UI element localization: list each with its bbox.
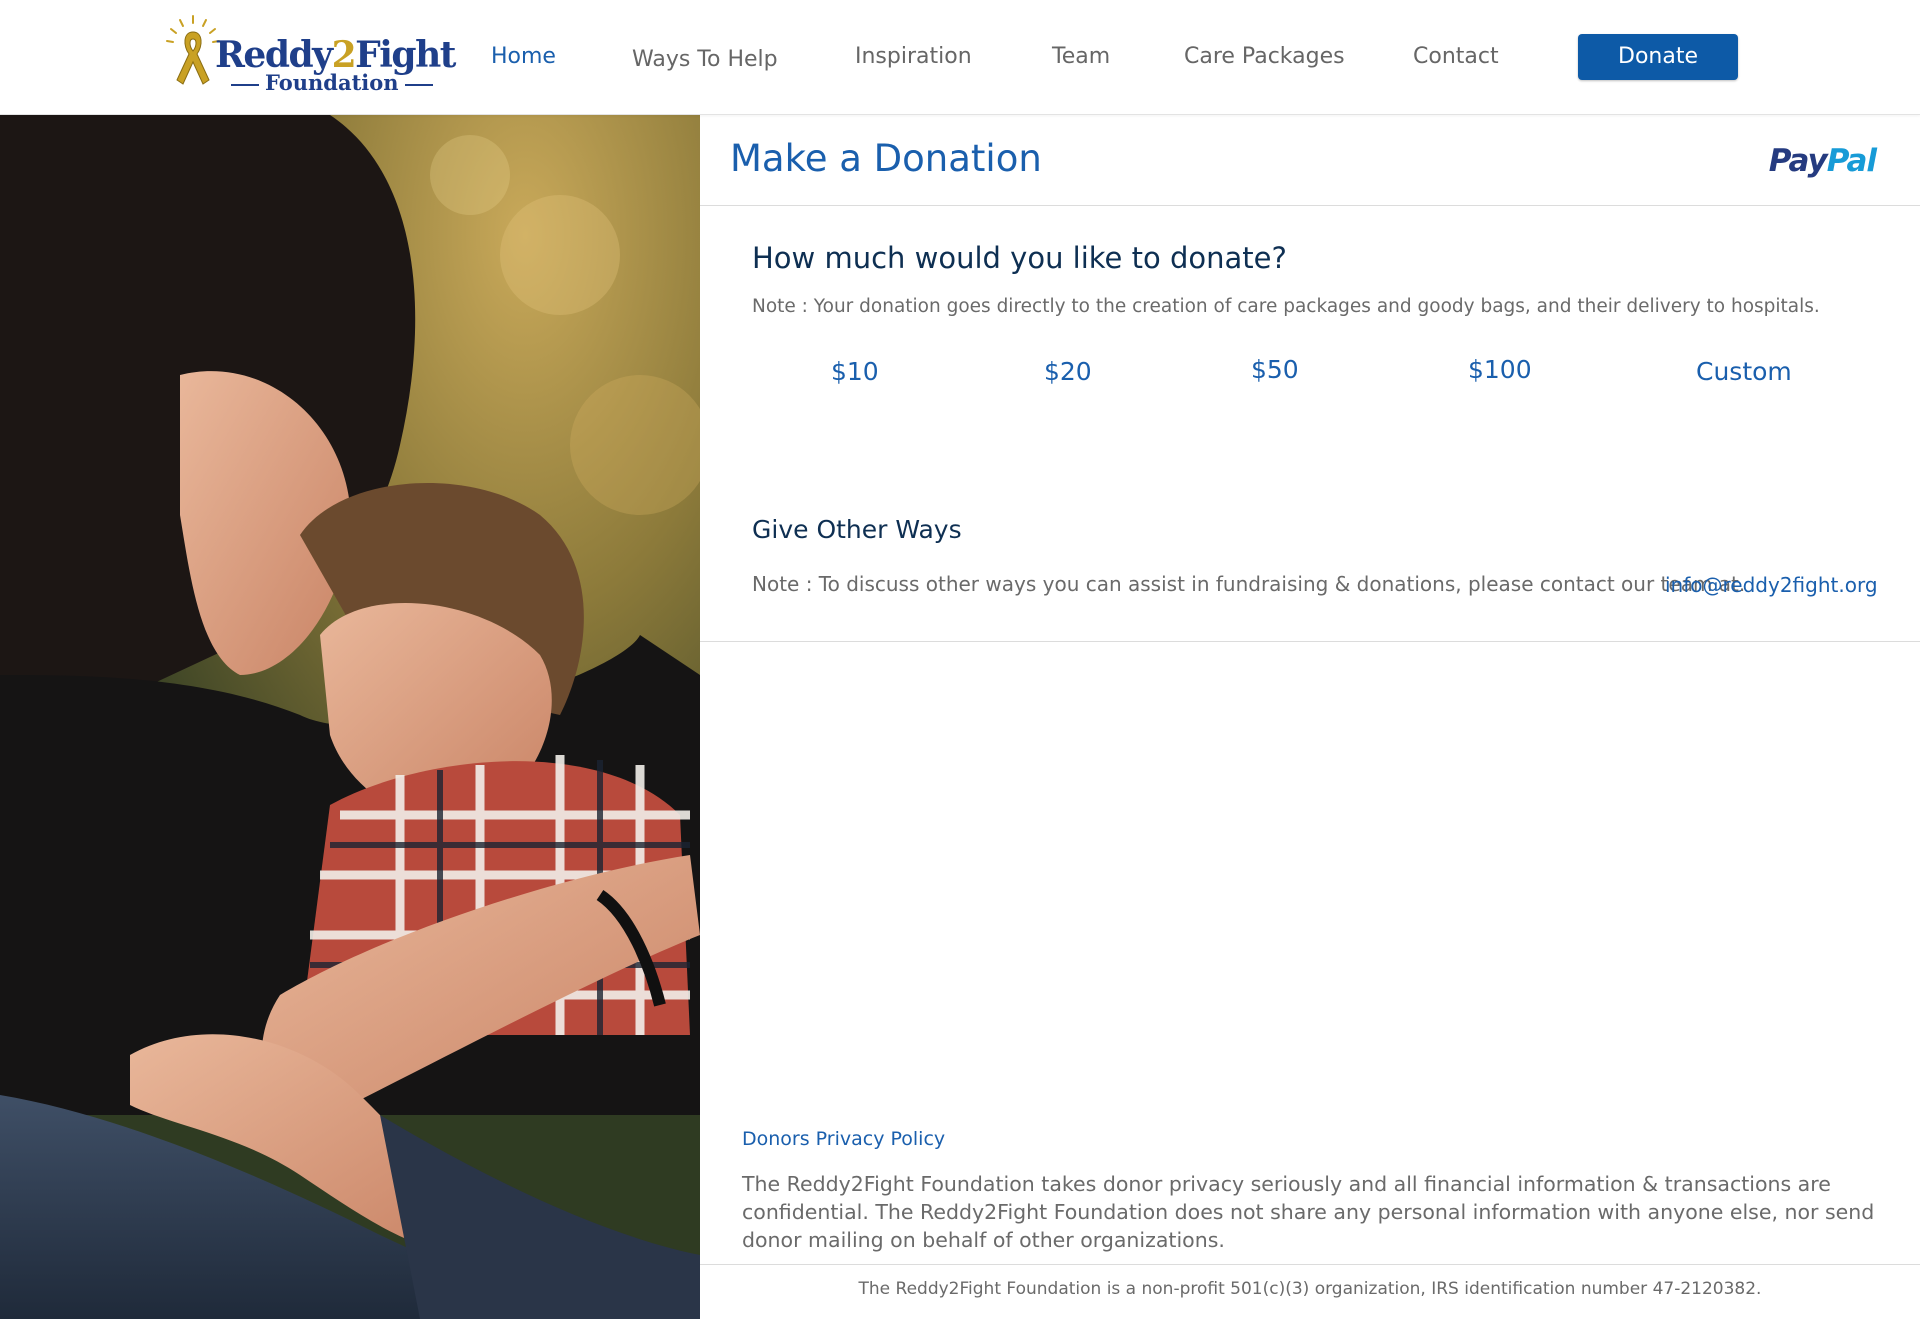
amount-option-custom[interactable]: Custom: [1696, 357, 1792, 386]
nav-inspiration[interactable]: Inspiration: [855, 44, 972, 69]
reddy2fight-logo[interactable]: Reddy2Fight Foundation: [163, 12, 456, 98]
amount-option-50[interactable]: $50: [1251, 355, 1299, 384]
amount-option-20[interactable]: $20: [1044, 357, 1092, 386]
contact-email-link[interactable]: info@reddy2fight.org: [1665, 573, 1878, 597]
privacy-policy-link[interactable]: Donors Privacy Policy: [742, 1128, 945, 1150]
nav-contact[interactable]: Contact: [1413, 44, 1499, 69]
amount-option-100[interactable]: $100: [1468, 355, 1532, 384]
section-divider: [700, 641, 1920, 642]
donation-note: Note : Your donation goes directly to th…: [752, 296, 1820, 317]
donation-question: How much would you like to donate?: [752, 241, 1287, 275]
donate-button[interactable]: Donate: [1578, 34, 1738, 80]
donation-panel: Make a Donation PayPal How much would yo…: [700, 115, 1920, 1320]
nav-care-packages[interactable]: Care Packages: [1184, 44, 1345, 69]
other-ways-note: Note : To discuss other ways you can ass…: [752, 572, 1746, 596]
privacy-policy-text: The Reddy2Fight Foundation takes donor p…: [742, 1172, 1875, 1252]
ribbon-icon: [166, 15, 220, 85]
nav-team[interactable]: Team: [1052, 44, 1110, 69]
hero-photo-mother-hugging-child: [0, 115, 700, 1319]
paypal-logo: PayPal: [1768, 143, 1877, 179]
nonprofit-statement: The Reddy2Fight Foundation is a non-prof…: [858, 1279, 1762, 1299]
site-header: Reddy2Fight Foundation Home Ways To Help…: [0, 0, 1920, 115]
donation-header: Make a Donation PayPal: [700, 115, 1920, 206]
logo-foundation-text: Foundation: [225, 70, 415, 95]
site-footer: The Reddy2Fight Foundation is a non-prof…: [700, 1264, 1920, 1320]
amount-option-10[interactable]: $10: [831, 357, 879, 386]
give-other-ways-title: Give Other Ways: [752, 515, 962, 544]
page-title: Make a Donation: [730, 137, 1042, 180]
nav-ways-to-help[interactable]: Ways To Help: [632, 47, 778, 72]
nav-home[interactable]: Home: [491, 44, 556, 69]
